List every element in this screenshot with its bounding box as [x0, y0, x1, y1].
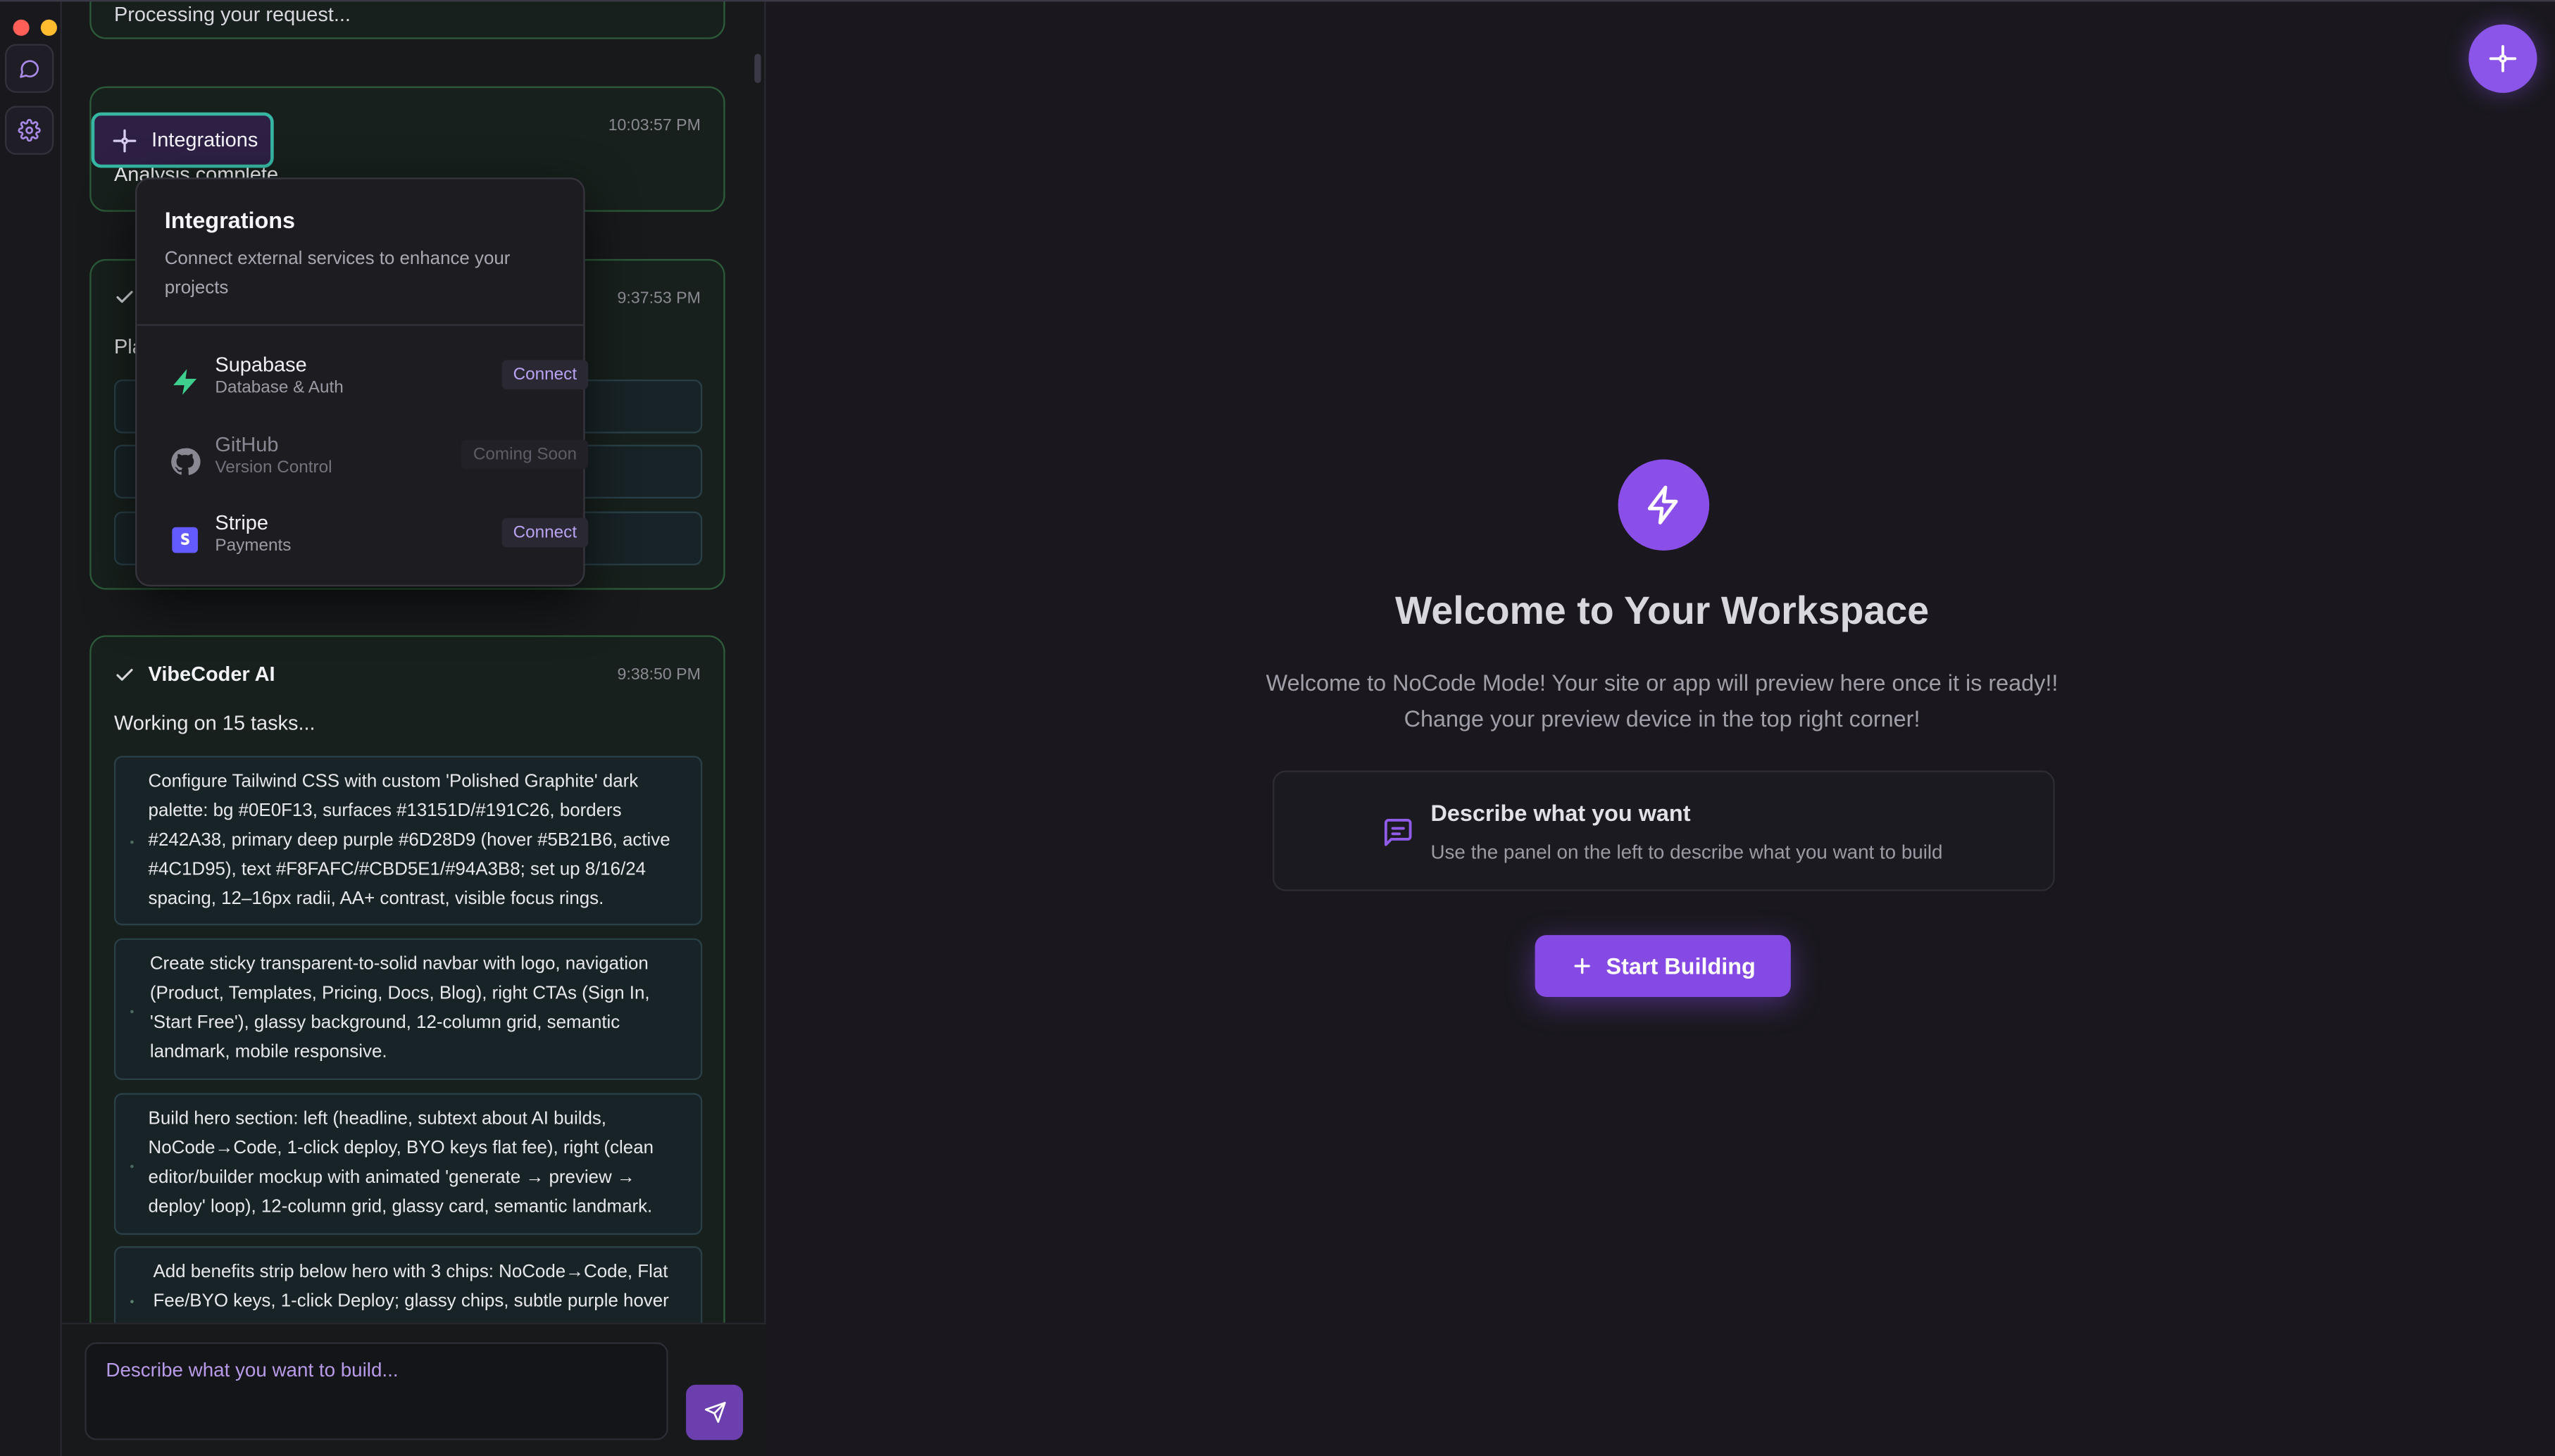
integration-supabase: Supabase Database & Auth Connect — [170, 353, 589, 412]
integration-name: Supabase — [215, 353, 307, 377]
prompt-input[interactable]: Describe what you want to build... — [85, 1342, 668, 1441]
message-author: VibeCoder AI — [148, 663, 275, 686]
integrations-popover: Integrations Connect external services t… — [135, 177, 589, 586]
message-card-vibecoder: VibeCoder AI 9:38:50 PM Working on 15 ta… — [89, 635, 725, 1388]
integrations-button[interactable]: Integrations — [91, 112, 274, 168]
describe-title: Describe what you want — [1430, 800, 1691, 827]
chat-nav-button[interactable] — [4, 44, 54, 93]
workspace-subtitle-line2: Change your preview device in the top ri… — [1404, 705, 1920, 732]
workspace-logo — [1618, 459, 1710, 551]
close-window-button[interactable] — [13, 19, 30, 36]
message-time: 9:37:53 PM — [617, 289, 701, 308]
task-text: Create sticky transparent-to-solid navba… — [149, 954, 650, 1062]
bolt-icon — [173, 369, 197, 395]
gear-icon — [18, 118, 41, 142]
plus-icon — [1573, 958, 1589, 974]
workspace-subtitle-line1: Welcome to NoCode Mode! Your site or app… — [1266, 669, 2059, 696]
integration-name: GitHub — [215, 433, 279, 456]
task-item: Create sticky transparent-to-solid navba… — [113, 938, 703, 1081]
integrations-fab-button[interactable] — [2468, 24, 2537, 93]
start-building-label: Start Building — [1606, 953, 1756, 979]
send-icon — [704, 1402, 725, 1423]
task-item: Configure Tailwind CSS with custom 'Poli… — [113, 755, 703, 926]
integrations-button-label: Integrations — [151, 128, 258, 152]
integration-subtitle: Version Control — [215, 458, 332, 477]
connect-supabase-button[interactable]: Connect — [501, 360, 589, 389]
describe-hint-card: Describe what you want Use the panel on … — [1273, 770, 2055, 891]
integration-github: GitHub Version Control Coming Soon — [170, 433, 589, 491]
message-header: VibeCoder AI — [114, 663, 275, 686]
chat-bubble-icon — [20, 60, 39, 78]
popover-description: Connect external services to enhance you… — [164, 249, 511, 299]
start-building-button[interactable]: Start Building — [1535, 935, 1791, 998]
task-bullet — [130, 1300, 134, 1304]
task-bullet — [130, 840, 134, 844]
divider — [137, 324, 584, 326]
plug-icon — [113, 128, 137, 152]
message-square-icon — [1384, 819, 1412, 846]
github-coming-soon-badge: Coming Soon — [461, 439, 589, 470]
stripe-icon — [172, 527, 198, 553]
window-top-edge — [0, 0, 2555, 2]
chat-scrollbar[interactable] — [754, 54, 761, 84]
github-icon — [171, 448, 201, 475]
integration-name: Stripe — [215, 511, 268, 534]
connect-stripe-button[interactable]: Connect — [501, 517, 589, 548]
integration-subtitle: Database & Auth — [215, 377, 344, 398]
task-bullet — [130, 1164, 134, 1167]
task-status: Working on 15 tasks... — [113, 712, 316, 735]
plug-icon — [2489, 45, 2517, 73]
check-icon — [116, 667, 133, 680]
popover-title: Integrations — [164, 206, 296, 233]
left-rail — [0, 0, 85, 1456]
check-icon — [114, 287, 135, 308]
integration-subtitle: Payments — [215, 536, 292, 556]
message-time: 10:03:57 PM — [608, 117, 701, 136]
lightning-bolt-icon — [1647, 485, 1678, 525]
message-text: Processing your request... — [113, 3, 351, 27]
workspace-subtitle: Welcome to NoCode Mode! Your site or app… — [1173, 665, 2151, 736]
settings-nav-button[interactable] — [4, 106, 54, 155]
workspace-title: Welcome to Your Workspace — [1394, 589, 1930, 634]
task-bullet — [130, 1009, 134, 1013]
task-item: Build hero section: left (headline, subt… — [113, 1093, 703, 1235]
send-button[interactable] — [686, 1384, 744, 1441]
describe-description: Use the panel on the left to describe wh… — [1430, 840, 1943, 864]
message-time: 9:38:50 PM — [617, 666, 701, 684]
integration-stripe: Stripe Payments Connect — [170, 511, 589, 570]
message-card-processing: Processing your request... — [89, 0, 725, 39]
task-text: Add benefits strip below hero with 3 chi… — [153, 1262, 669, 1312]
minimize-window-button[interactable] — [40, 19, 57, 36]
task-text: Configure Tailwind CSS with custom 'Poli… — [148, 772, 670, 910]
task-text: Build hero section: left (headline, subt… — [148, 1109, 654, 1217]
